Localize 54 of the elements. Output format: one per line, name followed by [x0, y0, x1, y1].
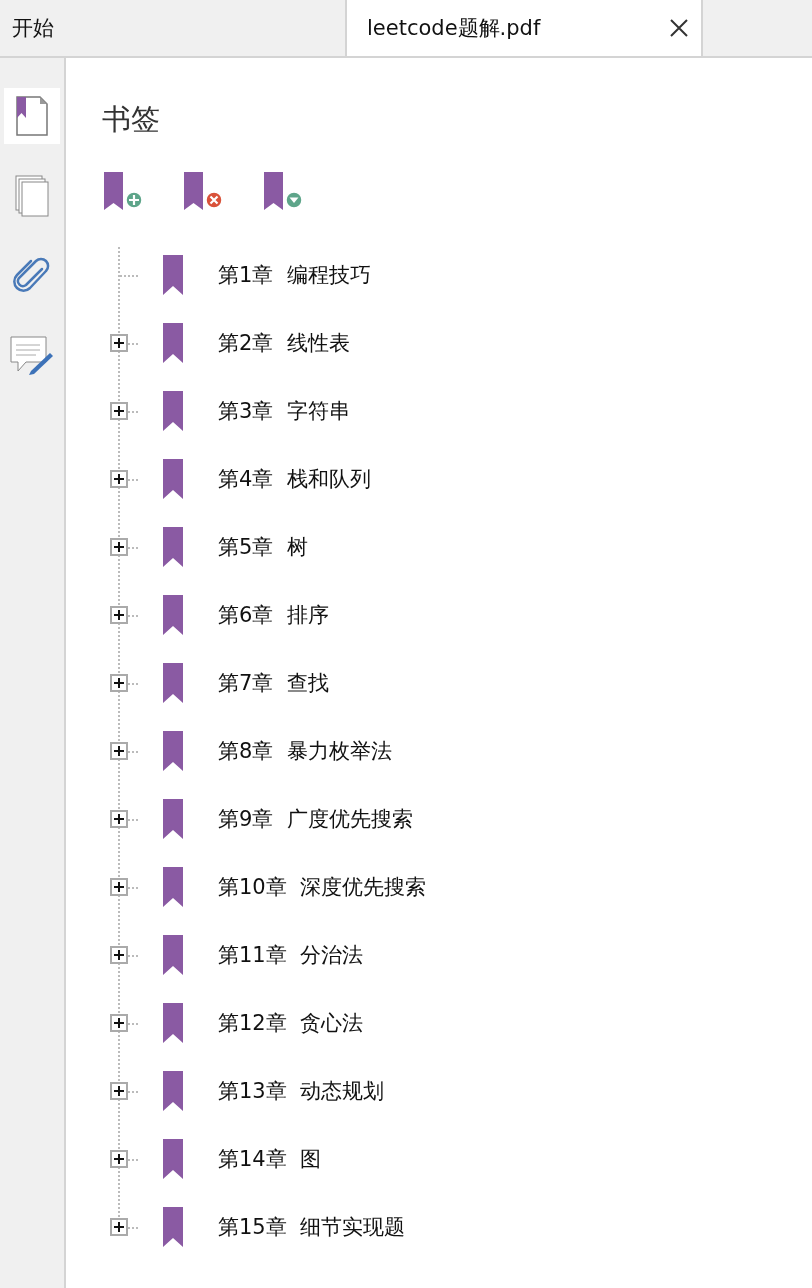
bookmark-icon	[163, 935, 183, 975]
bookmark-icon	[163, 1071, 183, 1111]
expand-toggle[interactable]	[110, 1218, 128, 1236]
bookmark-label[interactable]: 第2章 线性表	[218, 329, 350, 357]
expand-toggle[interactable]	[110, 674, 128, 692]
bookmark-page-icon	[16, 96, 48, 136]
bookmark-label[interactable]: 第12章 贪心法	[218, 1009, 364, 1037]
bookmark-icon	[163, 799, 183, 839]
bookmark-icon	[163, 1003, 183, 1043]
bookmark-label[interactable]: 第10章 深度优先搜索	[218, 873, 427, 901]
expand-toggle[interactable]	[110, 538, 128, 556]
panel-title: 书签	[102, 101, 161, 138]
expand-toggle[interactable]	[110, 470, 128, 488]
bookmark-label[interactable]: 第14章 图	[218, 1145, 322, 1173]
bookmark-icon	[163, 459, 183, 499]
bookmark-label[interactable]: 第9章 广度优先搜索	[218, 805, 413, 833]
document-tab[interactable]: leetcode题解.pdf	[347, 0, 703, 56]
bookmark-icon	[163, 867, 183, 907]
expand-toggle[interactable]	[110, 1150, 128, 1168]
bookmark-icon	[163, 595, 183, 635]
expand-toggle[interactable]	[110, 606, 128, 624]
add-bookmark-icon[interactable]	[104, 172, 142, 210]
bookmark-icon	[163, 731, 183, 771]
expand-toggle[interactable]	[110, 878, 128, 896]
bookmark-label[interactable]: 第6章 排序	[218, 601, 329, 629]
bookmark-label[interactable]: 第13章 动态规划	[218, 1077, 385, 1105]
bookmark-label[interactable]: 第5章 树	[218, 533, 308, 561]
bookmark-icon	[163, 1207, 183, 1247]
bookmark-label[interactable]: 第1章 编程技巧	[218, 261, 371, 289]
bookmark-label[interactable]: 第4章 栈和队列	[218, 465, 371, 493]
expand-toggle[interactable]	[110, 810, 128, 828]
bookmark-icon	[163, 391, 183, 431]
close-icon[interactable]	[669, 18, 689, 38]
bookmark-icon	[163, 323, 183, 363]
expand-toggle[interactable]	[110, 402, 128, 420]
expand-toggle[interactable]	[110, 334, 128, 352]
bookmark-icon	[163, 527, 183, 567]
sidebar-button[interactable]	[4, 88, 60, 144]
bookmark-label[interactable]: 第15章 细节实现题	[218, 1213, 406, 1241]
bookmark-label[interactable]: 第8章 暴力枚举法	[218, 737, 392, 765]
delete-bookmark-icon[interactable]	[184, 172, 222, 210]
bookmark-label[interactable]: 第11章 分治法	[218, 941, 364, 969]
expand-toggle[interactable]	[110, 1082, 128, 1100]
bookmark-dropdown-icon[interactable]	[264, 172, 302, 210]
pages-icon	[15, 175, 49, 217]
bookmark-icon	[163, 255, 183, 295]
expand-toggle[interactable]	[110, 742, 128, 760]
bookmark-icon	[163, 663, 183, 703]
bookmark-label[interactable]: 第7章 查找	[218, 669, 329, 697]
expand-toggle[interactable]	[110, 1014, 128, 1032]
bookmark-label[interactable]: 第3章 字符串	[218, 397, 350, 425]
expand-toggle[interactable]	[110, 946, 128, 964]
comment-edit-icon	[10, 336, 54, 376]
bookmark-icon	[163, 1139, 183, 1179]
